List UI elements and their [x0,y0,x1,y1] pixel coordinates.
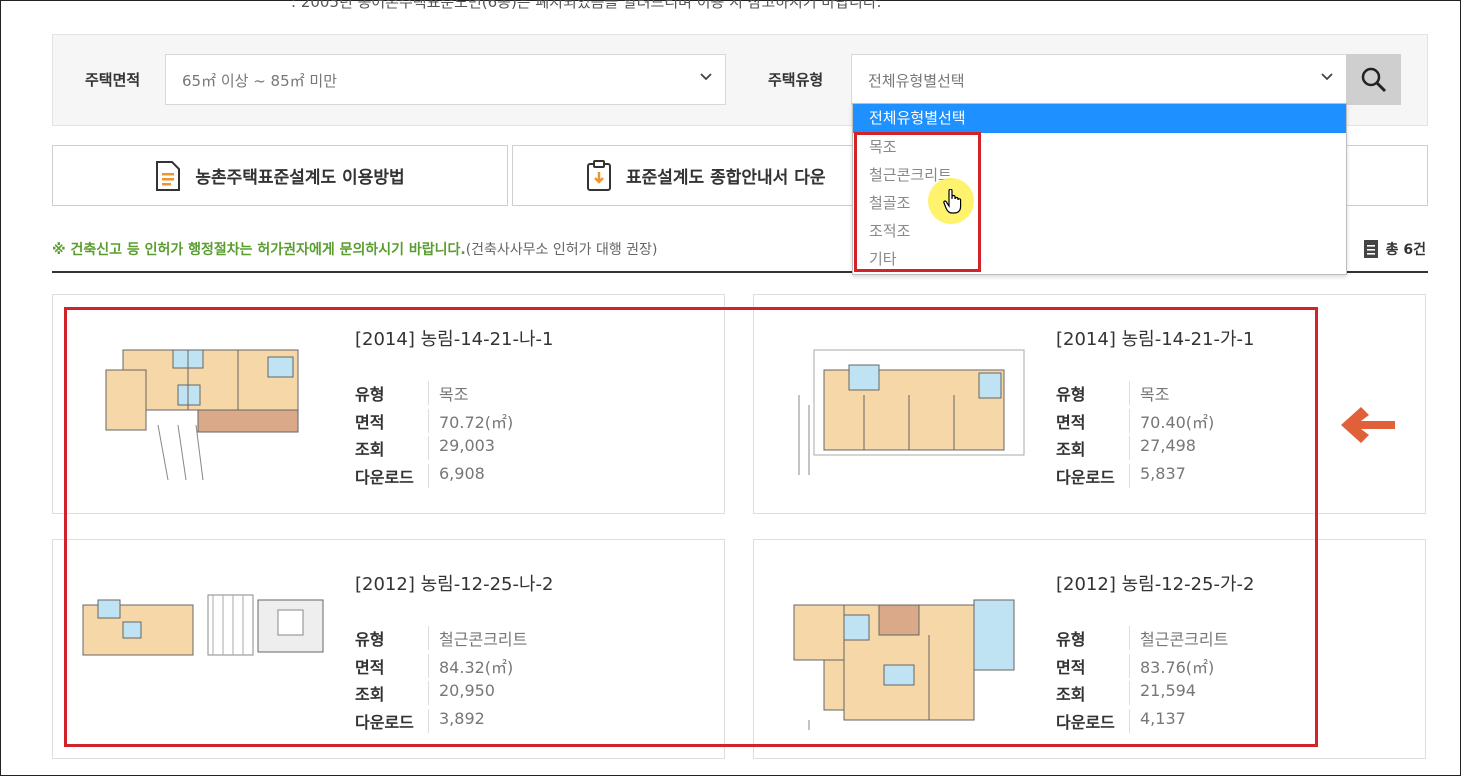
list-icon [1363,240,1378,258]
total-count: 총 6건 [1363,239,1426,259]
area-select[interactable]: 65㎡ 이상 ~ 85㎡ 미만 [165,54,726,105]
usage-guide-button[interactable]: 농촌주택표준설계도 이용방법 [52,145,508,206]
type-select-value: 전체유형별선택 [868,72,965,90]
area-select-value: 65㎡ 이상 ~ 85㎡ 미만 [182,72,338,90]
type-option-all[interactable]: 전체유형별선택 [853,104,1346,133]
hand-cursor-icon [943,189,962,214]
area-label: 주택면적 [85,71,141,89]
permit-notice: ※ 건축신고 등 인허가 행정절차는 허가권자에게 문의하시기 바랍니다.(건축… [52,239,657,259]
guide-download-label: 표준설계도 종합안내서 다운 [626,168,826,188]
search-button[interactable] [1346,54,1401,105]
document-icon [156,160,181,191]
type-label: 주택유형 [768,71,824,89]
arrow-left-icon [1341,407,1395,443]
clipboard-download-icon [587,159,611,191]
permit-notice-sub: (건축사사무소 인허가 대행 권장) [465,242,658,258]
permit-notice-main: ※ 건축신고 등 인허가 행정절차는 허가권자에게 문의하시기 바랍니다. [52,242,466,258]
usage-guide-label: 농촌주택표준설계도 이용방법 [195,168,405,188]
cards-highlight-box [64,307,1318,747]
total-count-text: 총 6건 [1385,242,1426,258]
top-notice: : 2005년 농어촌주택표준도면(6종)은 폐지되었음을 알려드리며 이용 시… [291,0,882,11]
type-select[interactable]: 전체유형별선택 [851,54,1347,105]
chevron-down-icon [1321,73,1333,81]
chevron-down-icon [700,73,712,81]
search-icon [1361,67,1386,92]
